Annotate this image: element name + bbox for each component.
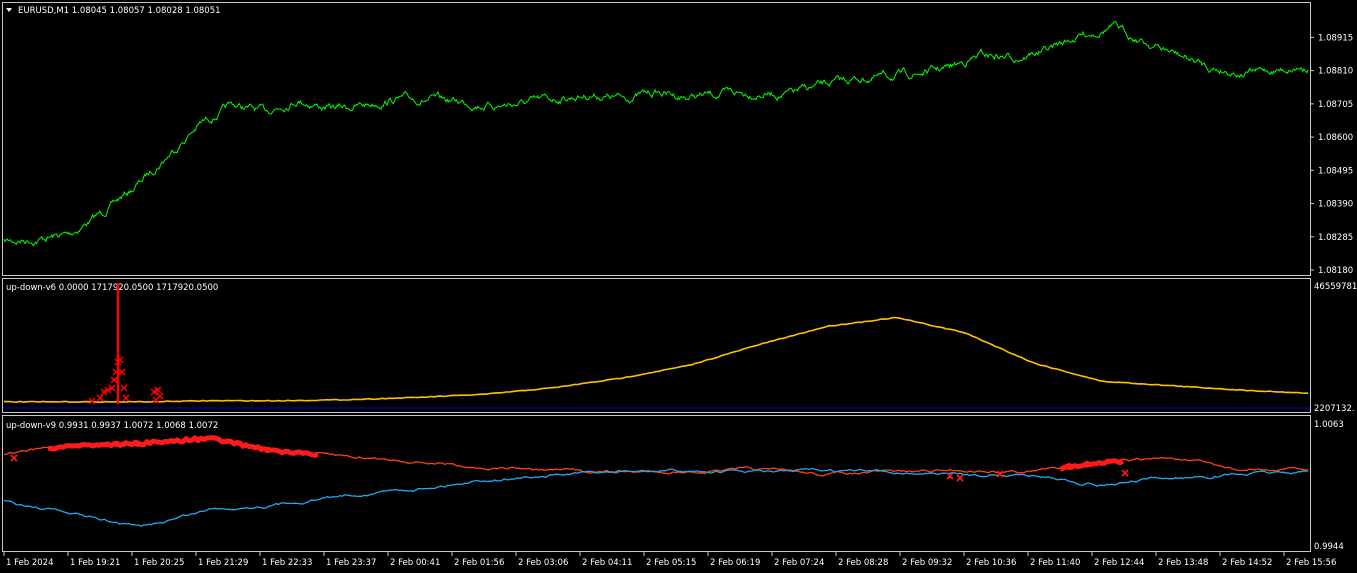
v6-axis-top-label: 46559781. [1314,282,1357,292]
x-tick-label: 1 Feb 19:21 [70,558,120,568]
x-tick-label: 2 Feb 00:41 [390,558,440,568]
x-tick-label: 1 Feb 20:25 [134,558,184,568]
price-tick-label: 1.08390 [1318,200,1353,210]
v9-panel-frame [2,415,1311,552]
v9-series-line [3,436,1309,477]
x-tick-label: 2 Feb 11:40 [1030,558,1080,568]
v9-signal-band [1059,458,1124,472]
x-tick-label: 2 Feb 15:56 [1286,558,1336,568]
v6-signal-cross-mark [96,394,104,402]
x-tick-label: 1 Feb 23:37 [326,558,376,568]
price-tick-label: 1.08600 [1318,133,1353,143]
x-tick-label: 2 Feb 13:48 [1158,558,1208,568]
x-tick-label: 1 Feb 22:33 [262,558,312,568]
v9-series-line [3,467,1309,527]
v9-signal-cross-mark [10,454,18,462]
x-tick-label: 2 Feb 07:24 [774,558,824,568]
x-tick-label: 1 Feb 2024 [6,558,54,568]
price-panel-frame [2,2,1311,276]
price-tick-label: 1.08810 [1318,67,1353,77]
x-tick-label: 2 Feb 01:56 [454,558,504,568]
v9-signal-band [47,435,319,458]
price-tick-label: 1.08180 [1318,266,1353,276]
x-tick-label: 2 Feb 05:15 [646,558,696,568]
chart-canvas[interactable]: EURUSD,M1 1.08045 1.08057 1.08028 1.0805… [0,0,1357,573]
v9-axis-top-label: 1.0063 [1314,420,1344,430]
v9-signal-cross-mark [996,470,1004,478]
v6-axis-bottom-label: 2207132. [1314,404,1355,414]
collapse-triangle-icon[interactable] [6,8,12,12]
symbol-header: EURUSD,M1 1.08045 1.08057 1.08028 1.0805… [18,6,221,16]
x-tick-label: 2 Feb 04:11 [582,558,632,568]
v6-series-line [3,316,1308,404]
v6-panel-frame [2,278,1311,413]
v6-signal-cross-mark [120,384,128,392]
price-tick-label: 1.08495 [1318,166,1353,176]
x-tick-label: 1 Feb 21:29 [198,558,248,568]
x-tick-label: 2 Feb 03:06 [518,558,568,568]
v9-signal-cross-mark [956,474,964,482]
x-tick-label: 2 Feb 09:32 [902,558,952,568]
v6-signal-cross-mark [122,394,130,402]
x-tick-label: 2 Feb 10:36 [966,558,1016,568]
price-tick-label: 1.08705 [1318,100,1353,110]
v6-signal-cross-mark [110,376,118,384]
v6-indicator-title: up-down-v6 0.0000 1717920.0500 1717920.0… [6,283,218,293]
x-tick-label: 2 Feb 08:28 [838,558,888,568]
x-tick-label: 2 Feb 06:19 [710,558,760,568]
price-tick-label: 1.08285 [1318,233,1353,243]
x-tick-label: 2 Feb 12:44 [1094,558,1144,568]
v9-indicator-title: up-down-v9 0.9931 0.9937 1.0072 1.0068 1… [6,421,218,431]
v9-axis-bottom-label: 0.9944 [1314,542,1344,552]
price-tick-label: 1.08915 [1318,33,1353,43]
x-tick-label: 2 Feb 14:52 [1222,558,1272,568]
price-series-line [3,20,1309,247]
v9-signal-cross-mark [1121,469,1129,477]
v6-signal-cross-mark [118,368,126,376]
